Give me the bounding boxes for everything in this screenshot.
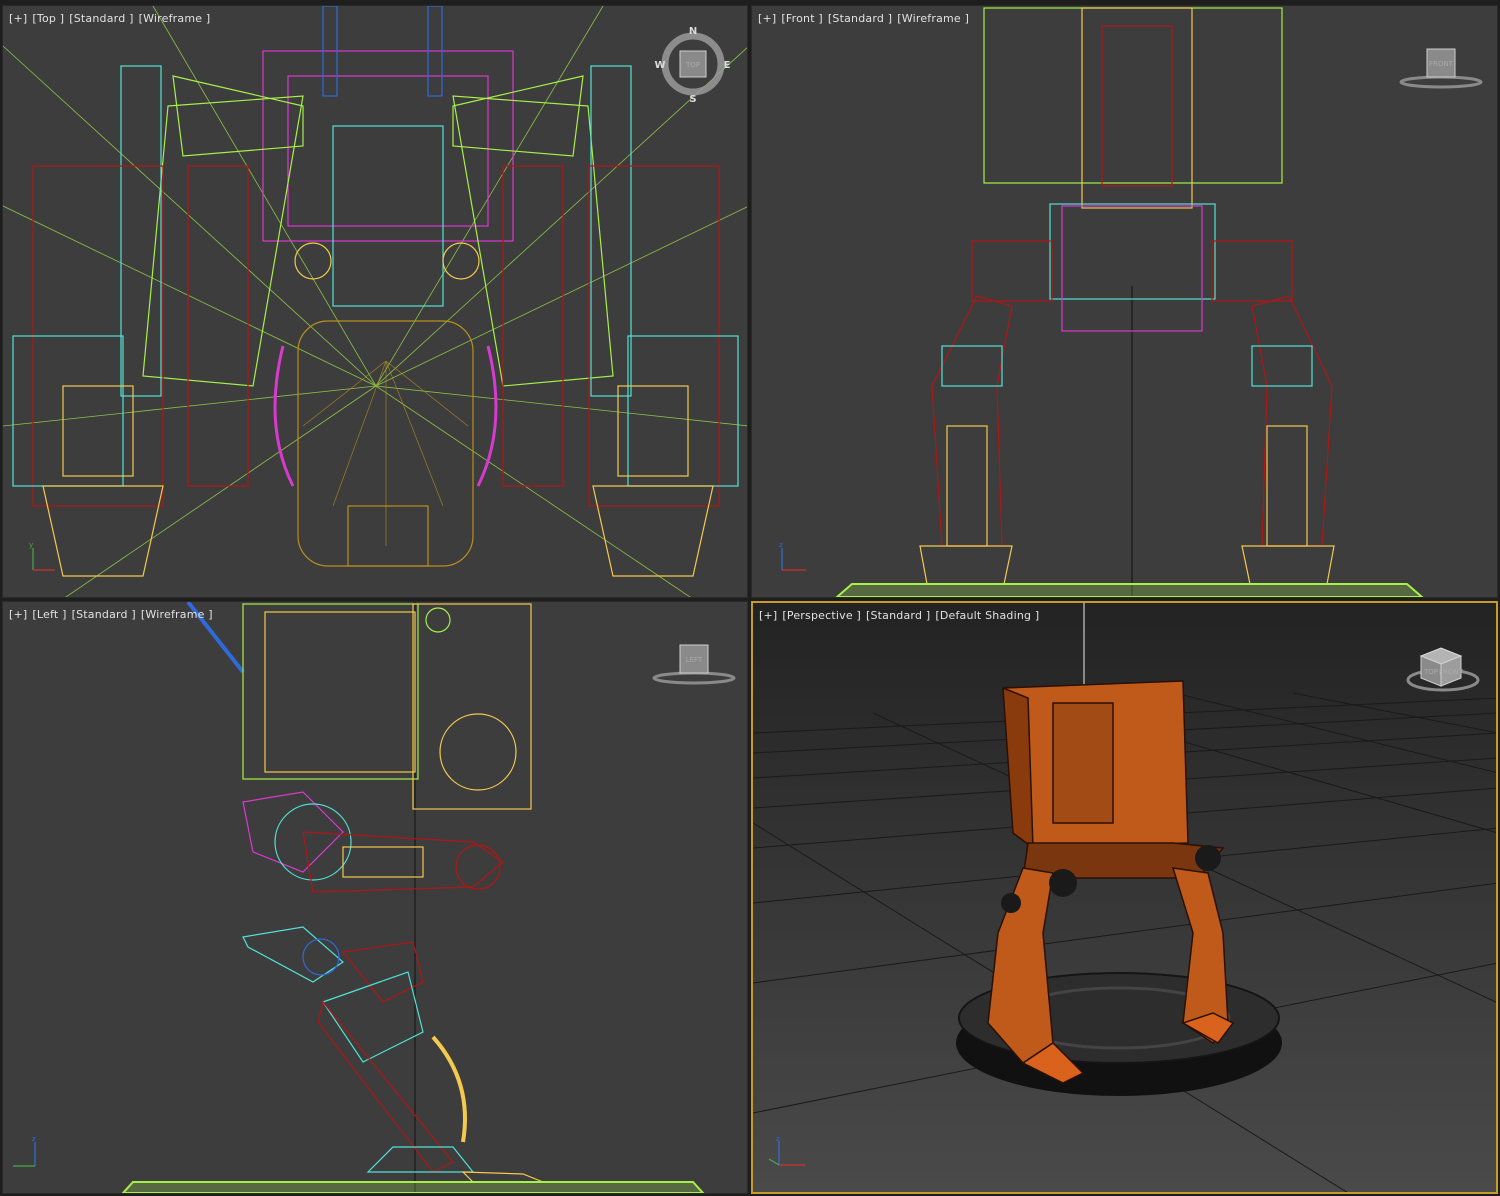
viewport-label-top: [+] [Top ] [Standard ] [Wireframe ]	[9, 12, 215, 25]
viewcube-perspective[interactable]: TOP FRONT	[1403, 638, 1483, 698]
viewport-standard-menu[interactable]: [Standard ]	[828, 12, 892, 25]
viewport-shading-menu[interactable]: [Wireframe ]	[139, 12, 211, 25]
viewcube-face-label: LEFT	[686, 656, 703, 664]
viewcube-face-label: FRONT	[1429, 60, 1454, 68]
axis-tripod-left: z	[13, 1135, 36, 1167]
viewport-point-of-view[interactable]: [Left ]	[32, 608, 66, 621]
left-wireframe-model	[121, 602, 705, 1193]
viewport-point-of-view[interactable]: [Front ]	[781, 12, 823, 25]
top-wireframe-model	[3, 6, 747, 597]
viewport-shading-menu[interactable]: [Wireframe ]	[141, 608, 213, 621]
viewport-menu-plus[interactable]: [+]	[759, 609, 777, 622]
viewport-point-of-view[interactable]: [Top ]	[32, 12, 64, 25]
viewcube-top[interactable]: TOP N S E W	[653, 24, 733, 104]
viewport-menu-plus[interactable]: [+]	[758, 12, 776, 25]
perspective-scene	[753, 603, 1496, 1192]
compass-east: E	[724, 60, 731, 71]
viewport-menu-plus[interactable]: [+]	[9, 608, 27, 621]
viewport-shading-menu[interactable]: [Default Shading ]	[935, 609, 1039, 622]
axis-tripod-front: z	[779, 541, 806, 571]
viewport-label-left: [+] [Left ] [Standard ] [Wireframe ]	[9, 608, 218, 621]
viewport-top[interactable]: [+] [Top ] [Standard ] [Wireframe ] TOP N S…	[2, 5, 748, 598]
viewport-perspective[interactable]: [+] [Perspective ] [Standard ] [Default Sha…	[751, 601, 1498, 1194]
viewport-standard-menu[interactable]: [Standard ]	[69, 12, 133, 25]
compass-south: S	[689, 94, 696, 104]
viewcube-face-label: FRONT	[1439, 668, 1464, 676]
axis-z-label: z	[779, 541, 783, 549]
axis-tripod-perspective: z	[768, 1135, 805, 1166]
viewport-label-front: [+] [Front ] [Standard ] [Wireframe ]	[758, 12, 974, 25]
viewport-left[interactable]: [+] [Left ] [Standard ] [Wireframe ] LEFT z	[2, 601, 748, 1194]
viewport-front[interactable]: [+] [Front ] [Standard ] [Wireframe ] FRONT…	[751, 5, 1498, 598]
viewcube-face-label: TOP	[1423, 668, 1438, 676]
viewcube-left[interactable]: LEFT	[649, 640, 739, 690]
axis-z-label: z	[776, 1135, 780, 1143]
front-wireframe-model	[835, 7, 1424, 597]
viewport-shading-menu[interactable]: [Wireframe ]	[897, 12, 969, 25]
compass-ring[interactable]	[1399, 75, 1483, 89]
viewport-standard-menu[interactable]: [Standard ]	[866, 609, 930, 622]
axis-z-label: z	[32, 1135, 36, 1143]
viewcube-face-label: TOP	[685, 61, 700, 69]
compass-ring[interactable]	[652, 671, 736, 685]
axis-tripod-top: y	[29, 541, 55, 571]
compass-north: N	[689, 26, 697, 37]
viewport-point-of-view[interactable]: [Perspective ]	[782, 609, 861, 622]
viewport-standard-menu[interactable]: [Standard ]	[72, 608, 136, 621]
viewcube-front[interactable]: FRONT	[1396, 44, 1486, 94]
viewport-label-perspective: [+] [Perspective ] [Standard ] [Default Sha…	[759, 609, 1044, 622]
viewport-menu-plus[interactable]: [+]	[9, 12, 27, 25]
axis-y-label: y	[29, 541, 33, 549]
compass-west: W	[654, 60, 665, 71]
